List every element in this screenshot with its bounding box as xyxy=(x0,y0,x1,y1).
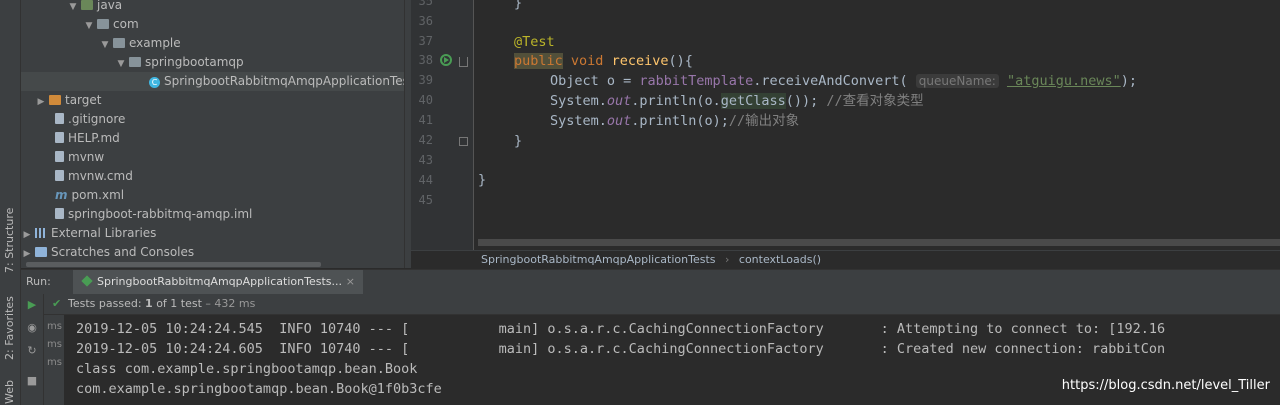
tree-item-target[interactable]: ▶ target xyxy=(21,91,410,110)
run-toolbar: ▶ ◉ ↻ ■ xyxy=(21,294,44,405)
run-label: Run: xyxy=(26,275,51,288)
package-icon xyxy=(97,19,109,29)
fold-marker-icon[interactable] xyxy=(459,137,468,146)
tree-item-mvnw[interactable]: mvnw xyxy=(21,148,410,167)
markdown-file-icon xyxy=(55,132,64,143)
tree-item-gitignore[interactable]: .gitignore xyxy=(21,110,410,129)
run-test-gutter-icon[interactable] xyxy=(440,54,452,66)
run-tab[interactable]: SpringbootRabbitmqAmqpApplicationTests..… xyxy=(73,270,363,294)
console-line: class com.example.springbootamqp.bean.Bo… xyxy=(76,361,418,377)
watermark: https://blog.csdn.net/level_Tiller xyxy=(1061,378,1270,393)
rerun-icon[interactable]: ▶ xyxy=(25,298,39,312)
breadcrumb-separator: › xyxy=(725,253,730,266)
code-line-37: @Test xyxy=(514,34,555,50)
console-line: com.example.springbootamqp.bean.Book@1f0… xyxy=(76,381,442,397)
folder-icon xyxy=(81,0,93,10)
tree-item-external-libraries[interactable]: ▶ External Libraries xyxy=(21,224,410,243)
package-icon xyxy=(113,38,125,48)
toggle-icon[interactable]: ◉ xyxy=(25,321,39,335)
file-icon xyxy=(55,151,64,162)
line-number: 41 xyxy=(418,113,433,127)
tree-item-test-class[interactable]: C SpringbootRabbitmqAmqpApplicationTests xyxy=(21,72,420,91)
tree-item-mvnw-cmd[interactable]: mvnw.cmd xyxy=(21,167,410,186)
line-number: 38 xyxy=(418,53,433,67)
tree-item-example[interactable]: ▼ example xyxy=(21,34,410,53)
project-scrollbar[interactable] xyxy=(404,0,411,268)
tree-item-help-md[interactable]: HELP.md xyxy=(21,129,410,148)
favorites-tab[interactable]: 2: Favorites xyxy=(0,290,20,370)
editor-horizontal-scrollbar[interactable] xyxy=(478,239,1280,246)
test-status-bar: ✔ Tests passed: 1 of 1 test – 432 ms xyxy=(44,294,1280,315)
project-tree: ▼ java ▼ com ▼ example ▼ springbootamqp C Spr… xyxy=(21,0,420,268)
code-editor[interactable]: } @Test public void receive(){ Object o … xyxy=(474,0,1280,250)
code-line-44: } xyxy=(478,172,487,188)
file-icon xyxy=(55,113,64,124)
code-line-42: } xyxy=(514,133,523,149)
line-number: 42 xyxy=(418,133,433,147)
editor-gutter: 35 36 37 38 39 40 41 42 43 44 45 xyxy=(411,0,474,250)
refresh-icon[interactable]: ↻ xyxy=(25,344,39,358)
tree-item-iml[interactable]: springboot-rabbitmq-amqp.iml xyxy=(21,205,410,224)
libraries-icon xyxy=(35,228,47,238)
line-number: 39 xyxy=(418,73,433,87)
console-line: 2019-12-05 10:24:24.605 INFO 10740 --- [… xyxy=(76,341,1166,357)
tree-horizontal-scrollbar[interactable] xyxy=(26,262,321,267)
check-icon: ✔ xyxy=(52,297,62,310)
line-number: 36 xyxy=(418,14,433,28)
fold-marker-icon[interactable] xyxy=(459,57,468,67)
module-file-icon xyxy=(55,208,64,219)
tree-item-com[interactable]: ▼ com xyxy=(21,15,410,34)
code-line-41: System.out.println(o);//输出对象 xyxy=(550,113,800,129)
run-tool-header: Run: SpringbootRabbitmqAmqpApplicationTe… xyxy=(21,269,1280,295)
tree-item-java[interactable]: ▼ java xyxy=(21,0,410,15)
scratches-icon xyxy=(35,247,47,257)
line-number: 45 xyxy=(418,193,433,207)
line-number: 35 xyxy=(418,0,433,8)
file-icon xyxy=(55,170,64,181)
tree-item-pom-xml[interactable]: m pom.xml xyxy=(21,186,410,205)
close-icon[interactable]: × xyxy=(346,270,355,294)
stop-icon[interactable]: ■ xyxy=(25,374,39,388)
line-number: 37 xyxy=(418,34,433,48)
structure-tab[interactable]: 7: Structure xyxy=(0,205,20,275)
maven-icon: m xyxy=(55,188,68,202)
timing-column: ms ms ms xyxy=(44,315,64,405)
breadcrumb-class[interactable]: SpringbootRabbitmqAmqpApplicationTests xyxy=(481,253,716,266)
code-line-38: public void receive(){ xyxy=(514,53,693,69)
breadcrumb: SpringbootRabbitmqAmqpApplicationTests ›… xyxy=(411,250,1280,269)
line-number: 43 xyxy=(418,153,433,167)
left-tool-strip: 7: Structure 2: Favorites Web xyxy=(0,0,21,405)
console-line: 2019-12-05 10:24:24.545 INFO 10740 --- [… xyxy=(76,321,1166,337)
code-line-35: } xyxy=(514,0,523,11)
folder-icon xyxy=(49,95,61,105)
java-class-icon: C xyxy=(149,77,160,88)
web-tab[interactable]: Web xyxy=(0,380,20,405)
code-line-40: System.out.println(o.getClass()); //查看对象… xyxy=(550,93,924,109)
line-number: 44 xyxy=(418,173,433,187)
package-icon xyxy=(129,57,141,67)
parameter-hint: queueName: xyxy=(915,74,999,88)
tree-item-springbootamqp[interactable]: ▼ springbootamqp xyxy=(21,53,410,72)
code-line-39: Object o = rabbitTemplate.receiveAndConv… xyxy=(550,73,1138,89)
test-run-icon xyxy=(81,275,93,287)
line-number: 40 xyxy=(418,93,433,107)
breadcrumb-method[interactable]: contextLoads() xyxy=(739,253,821,266)
tree-item-scratches[interactable]: ▶ Scratches and Consoles xyxy=(21,243,410,262)
